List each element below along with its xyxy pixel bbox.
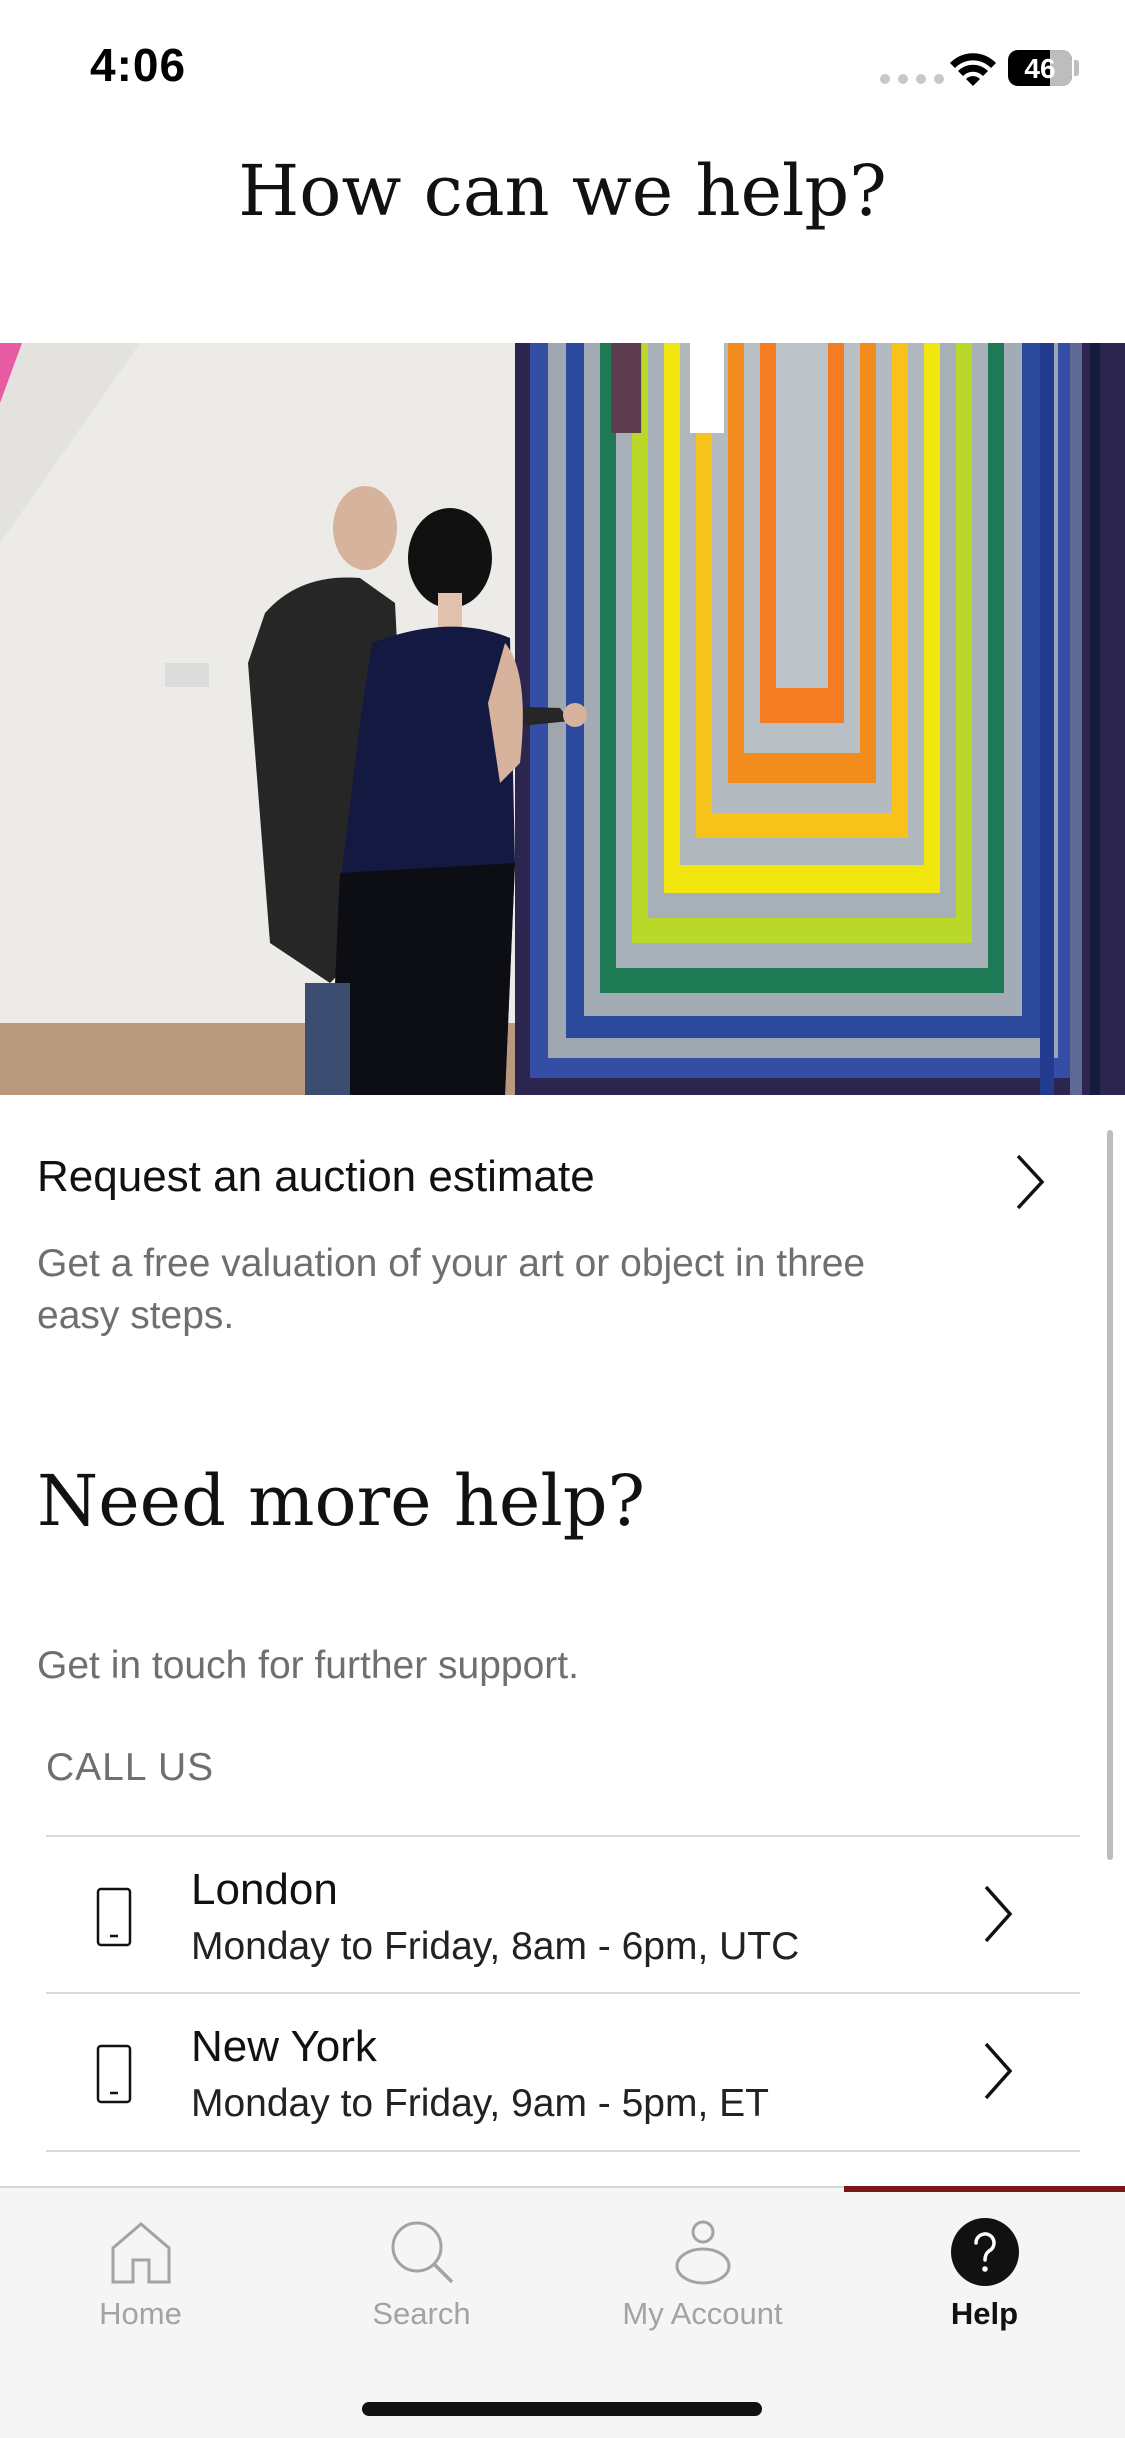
tab-my-account[interactable]: My Account xyxy=(562,2188,843,2368)
phone-icon xyxy=(96,1887,132,1947)
tab-label: My Account xyxy=(622,2296,783,2331)
chevron-right-icon xyxy=(1016,1154,1045,1210)
request-estimate-description: Get a free valuation of your art or obje… xyxy=(37,1242,866,1337)
battery-icon: 46 xyxy=(1008,50,1072,86)
call-us-label: CALL US xyxy=(46,1746,215,1789)
phone-icon xyxy=(96,2044,132,2104)
hero-image xyxy=(0,343,1125,1095)
status-bar: 4:06 46 xyxy=(0,0,1125,140)
search-icon xyxy=(391,2221,453,2284)
request-estimate-title: Request an auction estimate xyxy=(37,1152,595,1201)
tab-bar: Home Search My Account Help xyxy=(0,2186,1125,2438)
account-icon xyxy=(675,2220,730,2285)
call-hours: Monday to Friday, 8am - 6pm, UTC xyxy=(191,1925,800,1968)
need-more-help-heading: Need more help? xyxy=(37,1460,646,1542)
chevron-right-icon xyxy=(984,2042,1013,2100)
tab-label: Search xyxy=(372,2296,471,2331)
page-title: How can we help? xyxy=(238,150,887,232)
tab-search[interactable]: Search xyxy=(281,2188,562,2368)
home-indicator xyxy=(362,2402,762,2416)
home-icon xyxy=(111,2222,170,2284)
help-subtitle: Get in touch for further support. xyxy=(37,1644,579,1687)
call-hours: Monday to Friday, 9am - 5pm, ET xyxy=(191,2082,769,2125)
battery-level: 46 xyxy=(1024,53,1056,84)
tab-help[interactable]: Help xyxy=(844,2188,1125,2368)
cellular-signal-icon xyxy=(880,74,944,84)
help-icon xyxy=(950,2218,1019,2286)
request-estimate-row[interactable]: Request an auction estimate Get a free v… xyxy=(0,1100,1125,1360)
call-city: New York xyxy=(191,2022,377,2071)
wifi-icon xyxy=(950,53,996,86)
chevron-right-icon xyxy=(984,1885,1013,1943)
status-time: 4:06 xyxy=(90,39,187,91)
tab-home[interactable]: Home xyxy=(0,2188,281,2368)
tab-label: Help xyxy=(950,2296,1019,2331)
divider xyxy=(46,2150,1080,2152)
call-city: London xyxy=(191,1865,338,1914)
call-new-york-row[interactable]: New York Monday to Friday, 9am - 5pm, ET xyxy=(46,1994,1080,2149)
call-london-row[interactable]: London Monday to Friday, 8am - 6pm, UTC xyxy=(46,1837,1080,1992)
tab-label: Home xyxy=(99,2296,182,2331)
